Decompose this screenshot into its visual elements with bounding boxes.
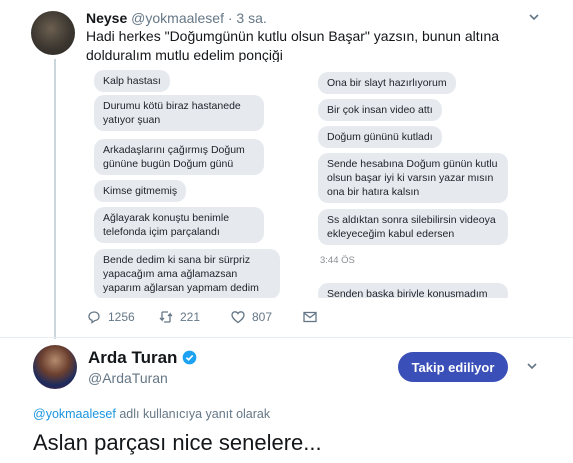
user-handle[interactable]: @ArdaTuran (88, 370, 168, 386)
chat-message-right: Ona bir slayt hazırlıyorum (318, 72, 456, 94)
chevron-down-icon[interactable] (528, 11, 540, 26)
tweet-time[interactable]: · 3 sa. (228, 10, 267, 26)
reply-button[interactable]: 1256 (86, 309, 135, 325)
retweet-icon (159, 311, 173, 323)
chat-message-left: Bende dedim ki sana bir sürpriz yapacağı… (94, 249, 280, 298)
like-count: 807 (252, 310, 273, 324)
chat-message-left: Ağlayarak konuştu benimle telefonda içim… (94, 207, 264, 243)
avatar-neyse[interactable] (31, 11, 75, 55)
tweet-header: Neyse @yokmaalesef · 3 sa. (86, 10, 267, 26)
like-button[interactable]: 807 (230, 309, 272, 325)
chat-message-left: Durumu kötü biraz hastanede yatıyor şuan (94, 95, 264, 131)
chat-message-left: Kalp hastası (94, 70, 170, 92)
divider (0, 337, 573, 338)
display-name[interactable]: Arda Turan (88, 348, 177, 367)
retweet-count: 221 (180, 310, 201, 324)
like-icon (231, 311, 245, 324)
reply-mention-link[interactable]: @yokmaalesef (33, 407, 116, 421)
retweet-button[interactable]: 221 (158, 309, 200, 325)
chat-message-right: Bir çok insan video attı (318, 99, 442, 121)
chat-message-right: Doğum gününü kutladı (318, 126, 442, 148)
dm-button[interactable] (302, 309, 318, 325)
chat-timestamp: 3:44 ÖS (320, 255, 355, 266)
following-button[interactable]: Takip ediliyor (398, 352, 508, 382)
reply-context-text: adlı kullanıcıya yanıt olarak (115, 407, 271, 421)
tweet-text: Aslan parçası nice senelere... (33, 430, 322, 455)
chat-message-right: Ss aldıktan sonra silebilirsin videoya e… (318, 209, 508, 245)
display-name[interactable]: Neyse (86, 10, 127, 26)
avatar-arda-turan[interactable] (33, 345, 77, 389)
dm-icon (303, 311, 317, 323)
user-handle[interactable]: @yokmaalesef (131, 10, 224, 26)
verified-icon (182, 350, 197, 365)
reply-icon (88, 311, 100, 324)
thread-line (54, 59, 56, 339)
chat-message-right: Sende hesabına Doğum günün kutlu olsun b… (318, 153, 508, 203)
chat-screenshot-image[interactable]: Kalp hastası Durumu kötü biraz hastanede… (86, 62, 526, 298)
chat-message-left: Arkadaşlarını çağırmış Doğum gününe bugü… (94, 139, 264, 175)
chat-message-right: Senden baska birivle konusmadım (318, 283, 508, 298)
display-name-header: Arda Turan (88, 348, 197, 368)
reply-context: @yokmaalesef adlı kullanıcıya yanıt olar… (33, 407, 270, 421)
reply-count: 1256 (108, 310, 135, 324)
chevron-down-icon[interactable] (526, 360, 538, 375)
chat-message-left: Kimse gitmemiş (94, 180, 187, 202)
tweet-text: Hadi herkes "Doğumgünün kutlu olsun Başa… (86, 28, 500, 63)
